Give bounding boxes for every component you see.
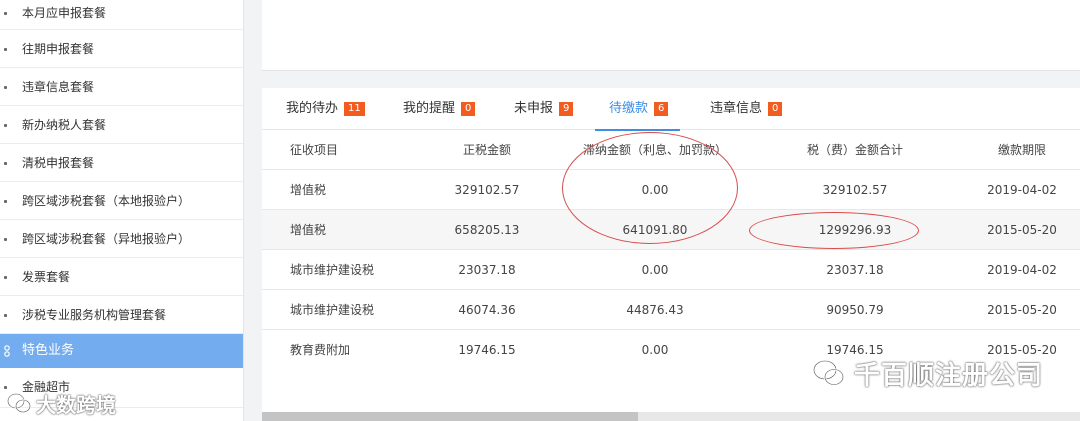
table-row[interactable]: 城市维护建设税 46074.36 44876.43 90950.79 2015-… bbox=[262, 289, 1080, 329]
table-cell: 0.00 bbox=[641, 342, 669, 357]
table-cell: 90950.79 bbox=[826, 302, 884, 317]
watermark-text: 大数跨境 bbox=[36, 392, 116, 417]
sidebar-item-new-taxpayer-package[interactable]: 新办纳税人套餐 bbox=[0, 106, 243, 144]
tab-label: 待缴款 bbox=[609, 101, 649, 116]
table-cell: 2019-04-02 bbox=[987, 262, 1057, 277]
tab-label: 我的提醒 bbox=[403, 101, 456, 116]
sidebar-item-label: 涉税专业服务机构管理套餐 bbox=[22, 308, 167, 322]
column-header: 缴款期限 bbox=[997, 143, 1046, 157]
sidebar-item-current-month-package[interactable]: 本月应申报套餐 bbox=[0, 0, 243, 30]
table-cell: 23037.18 bbox=[458, 262, 516, 277]
sidebar-item-label: 违章信息套餐 bbox=[22, 80, 95, 94]
sidebar-item-label: 本月应申报套餐 bbox=[22, 6, 107, 20]
sidebar-group-special-business[interactable]: 特色业务 bbox=[0, 334, 243, 368]
table-row[interactable]: 城市维护建设税 23037.18 0.00 23037.18 2019-04-0… bbox=[262, 249, 1080, 289]
tab-my-reminders[interactable]: 我的提醒 0 bbox=[403, 88, 476, 130]
bullet-icon bbox=[4, 276, 7, 279]
top-card bbox=[262, 0, 1080, 71]
sidebar-item-label: 跨区域涉税套餐（异地报验户） bbox=[22, 232, 191, 246]
sidebar-item-violation-package[interactable]: 违章信息套餐 bbox=[0, 68, 243, 106]
sidebar-item-cross-region-remote[interactable]: 跨区域涉税套餐（异地报验户） bbox=[0, 220, 243, 258]
watermark-right: 千百顺注册公司 bbox=[812, 355, 1043, 391]
tab-label: 违章信息 bbox=[710, 101, 763, 116]
sidebar-item-invoice-package[interactable]: 发票套餐 bbox=[0, 258, 243, 296]
annotation-ellipse-late-fee bbox=[562, 132, 738, 244]
count-badge: 9 bbox=[559, 102, 574, 116]
table-cell: 23037.18 bbox=[826, 262, 884, 277]
sidebar-item-agency-management-package[interactable]: 涉税专业服务机构管理套餐 bbox=[0, 296, 243, 334]
column-header: 正税金额 bbox=[462, 143, 511, 157]
table-cell: 44876.43 bbox=[626, 302, 684, 317]
table-cell: 658205.13 bbox=[454, 222, 520, 237]
bullet-icon bbox=[4, 86, 7, 89]
tab-bar: 我的待办 11 我的提醒 0 未申报 9 待缴款 6 违章信息 0 bbox=[262, 88, 1080, 131]
table-cell: 329102.57 bbox=[454, 182, 520, 197]
bullet-icon bbox=[4, 48, 7, 51]
sidebar-group-label: 特色业务 bbox=[22, 343, 75, 358]
count-badge: 0 bbox=[768, 102, 783, 116]
sidebar-item-label: 新办纳税人套餐 bbox=[22, 118, 107, 132]
sidebar-item-label: 清税申报套餐 bbox=[22, 156, 95, 170]
sidebar-item-label: 发票套餐 bbox=[22, 270, 71, 284]
table-cell: 19746.15 bbox=[458, 342, 516, 357]
column-header: 税（费）金额合计 bbox=[806, 143, 903, 157]
count-badge: 11 bbox=[344, 102, 365, 116]
table-cell: 0.00 bbox=[641, 262, 669, 277]
watermark-text: 千百顺注册公司 bbox=[854, 360, 1044, 391]
scrollbar-thumb[interactable] bbox=[262, 412, 638, 421]
sidebar-item-label: 往期申报套餐 bbox=[22, 42, 95, 56]
group-icon bbox=[4, 345, 10, 357]
sidebar-item-label: 跨区域涉税套餐（本地报验户） bbox=[22, 194, 191, 208]
column-header: 征收项目 bbox=[290, 143, 339, 157]
bullet-icon bbox=[4, 124, 7, 127]
table-cell: 2015-05-20 bbox=[987, 302, 1057, 317]
table-cell: 增值税 bbox=[290, 223, 327, 237]
count-badge: 0 bbox=[461, 102, 476, 116]
app-root: 本月应申报套餐 往期申报套餐 违章信息套餐 新办纳税人套餐 清税申报套餐 跨区域… bbox=[0, 0, 1080, 421]
bullet-icon bbox=[4, 238, 7, 241]
table-cell: 2019-04-02 bbox=[987, 182, 1057, 197]
bullet-icon bbox=[4, 200, 7, 203]
table-cell: 教育费附加 bbox=[290, 343, 351, 357]
table-cell: 46074.36 bbox=[458, 302, 516, 317]
tab-my-todo[interactable]: 我的待办 11 bbox=[286, 88, 365, 130]
sidebar-item-cross-region-local[interactable]: 跨区域涉税套餐（本地报验户） bbox=[0, 182, 243, 220]
count-badge: 6 bbox=[654, 102, 669, 116]
table-cell: 增值税 bbox=[290, 183, 327, 197]
bullet-icon bbox=[4, 162, 7, 165]
tab-label: 我的待办 bbox=[286, 101, 339, 116]
tab-label: 未申报 bbox=[514, 101, 554, 116]
watermark-left: 大数跨境 bbox=[6, 388, 116, 418]
table-cell: 2015-05-20 bbox=[987, 222, 1057, 237]
bullet-icon bbox=[4, 314, 7, 317]
table-cell: 城市维护建设税 bbox=[290, 303, 375, 317]
annotation-ellipse-total bbox=[749, 212, 919, 249]
tab-not-declared[interactable]: 未申报 9 bbox=[514, 88, 574, 130]
tab-violations[interactable]: 违章信息 0 bbox=[710, 88, 783, 130]
table-cell: 329102.57 bbox=[822, 182, 888, 197]
wechat-icon bbox=[813, 360, 844, 386]
table-cell: 城市维护建设税 bbox=[290, 263, 375, 277]
sidebar-item-past-period-package[interactable]: 往期申报套餐 bbox=[0, 30, 243, 68]
wechat-icon bbox=[7, 393, 31, 413]
sidebar-item-tax-clearance-package[interactable]: 清税申报套餐 bbox=[0, 144, 243, 182]
tab-pending-payment[interactable]: 待缴款 6 bbox=[595, 88, 681, 131]
bullet-icon bbox=[4, 12, 7, 15]
sidebar: 本月应申报套餐 往期申报套餐 违章信息套餐 新办纳税人套餐 清税申报套餐 跨区域… bbox=[0, 0, 244, 421]
